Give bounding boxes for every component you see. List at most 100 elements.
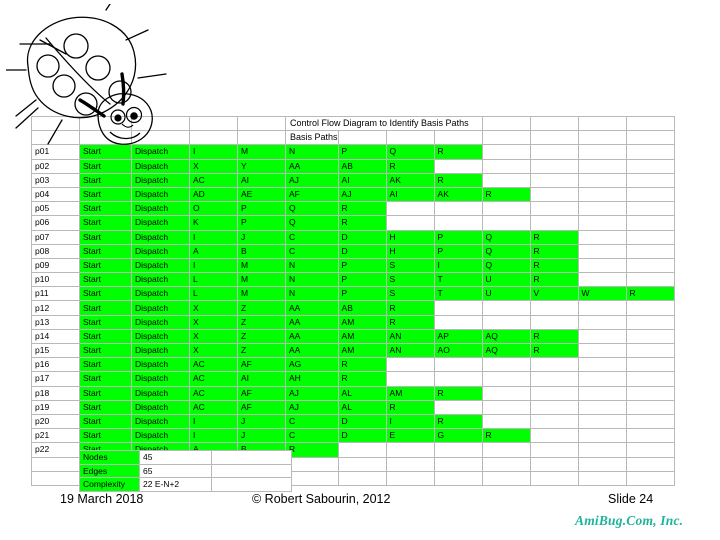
path-step-cell[interactable]: H [385, 229, 435, 245]
path-step-cell[interactable]: R [625, 286, 675, 302]
empty-cell[interactable] [529, 442, 579, 458]
path-step-cell[interactable]: Start [79, 413, 132, 430]
basis-paths-table[interactable]: Control Flow Diagram to Identify Basis P… [31, 115, 675, 486]
empty-cell[interactable] [625, 399, 675, 415]
path-step-cell[interactable]: AJ [285, 385, 339, 401]
path-step-cell[interactable]: R [385, 300, 435, 316]
path-step-cell[interactable]: AI [337, 172, 387, 188]
empty-cell[interactable] [337, 470, 387, 486]
path-step-cell[interactable]: Start [79, 144, 132, 160]
empty-cell[interactable] [625, 314, 675, 330]
empty-cell[interactable] [79, 130, 132, 146]
path-step-cell[interactable]: I [189, 257, 238, 274]
path-step-cell[interactable]: U [481, 272, 531, 288]
table-row[interactable]: p16 Start Dispatch AC AF AG R [31, 357, 675, 373]
empty-cell[interactable] [625, 442, 675, 458]
path-step-cell[interactable]: I [189, 229, 238, 245]
empty-cell[interactable] [577, 456, 627, 472]
table-row[interactable]: p14 Start Dispatch X Z AA AM AN AP AQ R [31, 328, 675, 345]
empty-cell[interactable] [481, 371, 531, 387]
empty-cell[interactable] [433, 357, 483, 373]
table-row[interactable]: p20 Start Dispatch I J C D I R [31, 413, 675, 430]
path-id-cell[interactable]: p05 [31, 201, 80, 217]
path-step-cell[interactable]: R [529, 328, 579, 345]
empty-cell[interactable] [433, 158, 483, 174]
path-step-cell[interactable]: J [237, 413, 286, 430]
path-step-cell[interactable]: AQ [481, 342, 531, 359]
empty-cell[interactable] [625, 328, 675, 345]
path-step-cell[interactable]: O [189, 201, 238, 217]
empty-cell[interactable] [625, 342, 675, 359]
path-step-cell[interactable]: R [481, 428, 531, 444]
path-step-cell[interactable]: AH [285, 371, 339, 387]
path-step-cell[interactable]: R [337, 371, 387, 387]
path-step-cell[interactable]: Z [237, 328, 286, 345]
path-step-cell[interactable]: P [337, 272, 387, 288]
path-step-cell[interactable]: I [433, 257, 483, 274]
empty-cell[interactable] [625, 243, 675, 259]
path-step-cell[interactable]: Start [79, 172, 132, 188]
path-step-cell[interactable]: AC [189, 385, 238, 401]
empty-cell[interactable] [337, 130, 387, 146]
empty-cell[interactable] [433, 300, 483, 316]
path-step-cell[interactable]: H [385, 243, 435, 259]
path-step-cell[interactable]: R [433, 144, 483, 160]
path-step-cell[interactable]: Dispatch [131, 257, 190, 274]
path-step-cell[interactable]: R [529, 243, 579, 259]
path-step-cell[interactable]: AC [189, 371, 238, 387]
path-step-cell[interactable]: Start [79, 229, 132, 245]
table-row[interactable]: p13 Start Dispatch X Z AA AM R [31, 314, 675, 330]
empty-cell[interactable] [625, 456, 675, 472]
path-step-cell[interactable]: Start [79, 385, 132, 401]
path-step-cell[interactable]: X [189, 342, 238, 359]
empty-cell[interactable] [481, 144, 531, 160]
path-step-cell[interactable]: Start [79, 243, 132, 259]
path-id-cell[interactable]: p17 [31, 371, 80, 387]
empty-cell[interactable] [79, 115, 132, 132]
path-step-cell[interactable]: Start [79, 158, 132, 174]
path-step-cell[interactable]: AL [337, 385, 387, 401]
path-step-cell[interactable]: Q [481, 229, 531, 245]
path-step-cell[interactable]: AA [285, 328, 339, 345]
path-id-cell[interactable]: p09 [31, 257, 80, 274]
path-step-cell[interactable]: Start [79, 357, 132, 373]
empty-cell[interactable] [625, 272, 675, 288]
empty-cell[interactable] [433, 399, 483, 415]
table-row[interactable]: p07 Start Dispatch I J C D H P Q R [31, 229, 675, 245]
table-row[interactable]: p03 Start Dispatch AC AI AJ AI AK R [31, 172, 675, 188]
path-step-cell[interactable]: T [433, 286, 483, 302]
path-step-cell[interactable]: B [237, 243, 286, 259]
path-step-cell[interactable]: Dispatch [131, 272, 190, 288]
path-step-cell[interactable]: Dispatch [131, 229, 190, 245]
empty-cell[interactable] [529, 385, 579, 401]
empty-cell[interactable] [529, 130, 579, 146]
path-step-cell[interactable]: Dispatch [131, 144, 190, 160]
empty-cell[interactable] [577, 158, 627, 174]
path-step-cell[interactable]: AQ [481, 328, 531, 345]
empty-cell[interactable] [337, 456, 387, 472]
empty-cell[interactable] [337, 442, 387, 458]
path-step-cell[interactable]: Q [481, 243, 531, 259]
path-step-cell[interactable]: C [285, 428, 339, 444]
empty-cell[interactable] [131, 115, 190, 132]
path-step-cell[interactable]: S [385, 257, 435, 274]
empty-cell[interactable] [625, 385, 675, 401]
empty-cell[interactable] [577, 357, 627, 373]
empty-cell[interactable] [481, 470, 531, 486]
path-step-cell[interactable]: Dispatch [131, 286, 190, 302]
empty-cell[interactable] [529, 456, 579, 472]
path-step-cell[interactable]: AK [385, 172, 435, 188]
path-step-cell[interactable]: P [337, 286, 387, 302]
path-step-cell[interactable]: AA [285, 300, 339, 316]
path-step-cell[interactable]: I [385, 413, 435, 430]
path-id-cell[interactable]: p14 [31, 328, 80, 345]
path-step-cell[interactable]: Start [79, 215, 132, 231]
path-id-cell[interactable]: p03 [31, 172, 80, 188]
path-step-cell[interactable]: Q [481, 257, 531, 274]
path-step-cell[interactable]: Start [79, 428, 132, 444]
path-step-cell[interactable]: AF [237, 399, 286, 415]
empty-cell[interactable] [529, 413, 579, 430]
empty-cell[interactable] [433, 470, 483, 486]
table-row[interactable]: p17 Start Dispatch AC AI AH R [31, 371, 675, 387]
path-step-cell[interactable]: Y [237, 158, 286, 174]
